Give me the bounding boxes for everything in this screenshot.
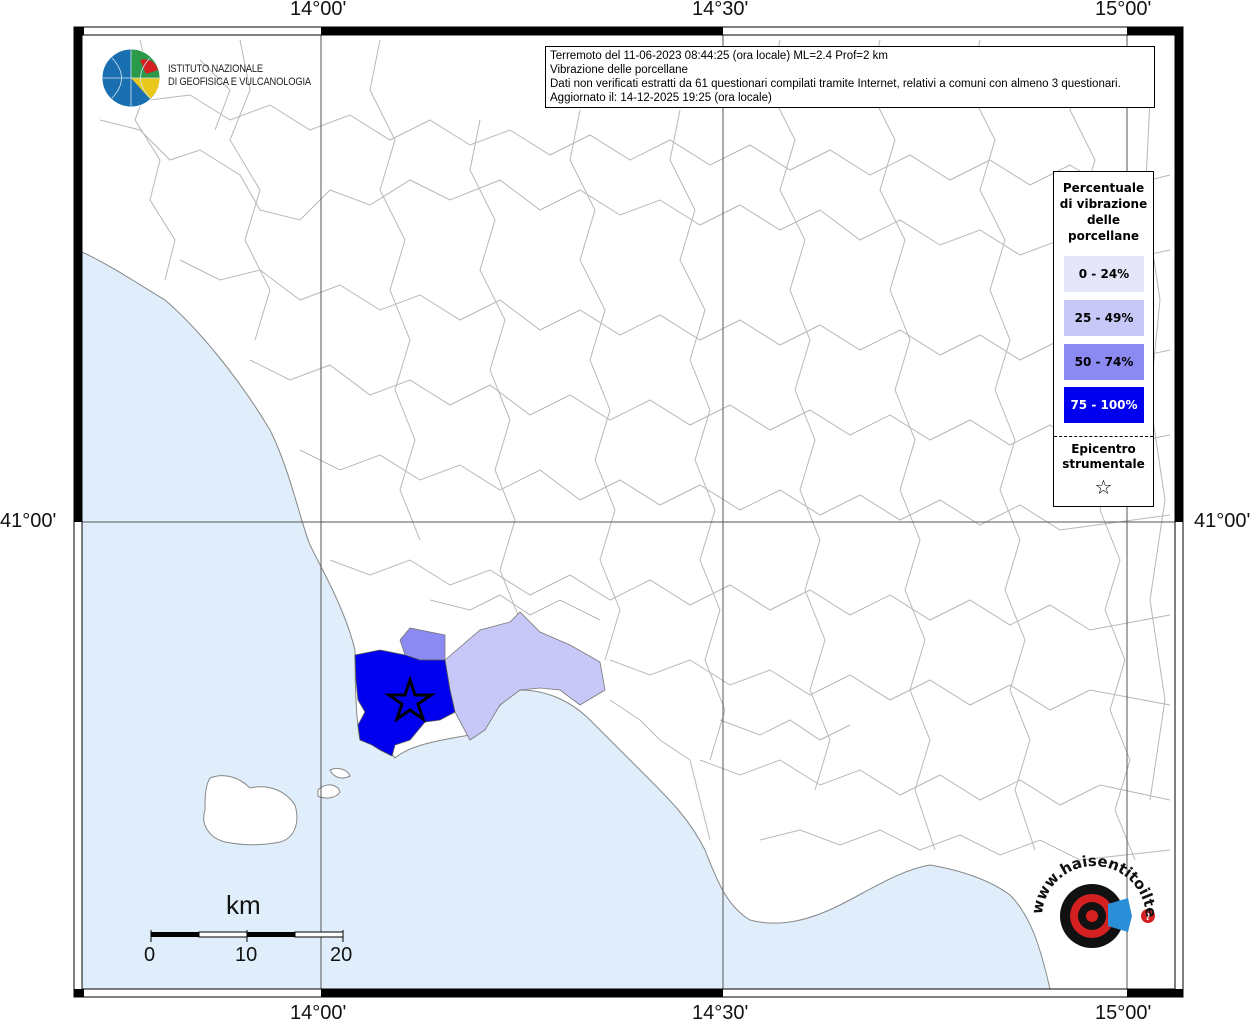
legend-title-line4: porcellane — [1067, 229, 1139, 243]
coord-bottom-14-00: 14°00' — [290, 1002, 347, 1024]
legend-title-line1: Percentuale — [1062, 181, 1145, 195]
ingv-globe-icon — [101, 48, 161, 108]
ingv-line2: DI GEOFISICA E VULCANOLOGIA — [168, 76, 311, 88]
scale-unit: km — [226, 890, 261, 920]
event-info-box: Terremoto del 11-06-2023 08:44:25 (ora l… — [545, 46, 1155, 108]
coord-right-lat: 41°00' — [1194, 510, 1251, 532]
legend-title: Percentuale di vibrazione delle porcella… — [1054, 180, 1153, 244]
legend-item-75-100: 75 - 100% — [1064, 387, 1144, 423]
epicenter-title-line1: Epicentro — [1071, 442, 1136, 456]
scale-tick-10: 10 — [235, 944, 258, 966]
coord-bottom-15-00: 15°00' — [1095, 1002, 1152, 1024]
coord-top-14-00: 14°00' — [290, 0, 347, 20]
legend-box: Percentuale di vibrazione delle porcella… — [1053, 171, 1154, 507]
ingv-logo-text: ISTITUTO NAZIONALE DI GEOFISICA E VULCAN… — [168, 63, 311, 89]
event-line: Terremoto del 11-06-2023 08:44:25 (ora l… — [550, 50, 888, 62]
coord-top-15-00: 15°00' — [1095, 0, 1152, 20]
coord-bottom-14-30: 14°30' — [692, 1002, 749, 1024]
updated-line: Aggiornato il: 14-12-2025 19:25 (ora loc… — [550, 92, 772, 104]
parameter-line: Vibrazione delle porcellane — [550, 64, 688, 76]
svg-text:www.haisentitoilterremoto.it: www.haisentitoilterremoto.it — [1022, 846, 1160, 918]
epicenter-star-icon: ☆ — [1094, 475, 1113, 499]
coord-top-14-30: 14°30' — [692, 0, 749, 20]
scale-tick-0: 0 — [144, 944, 156, 966]
scale-tick-20: 20 — [330, 944, 353, 966]
legend-item-50-74: 50 - 74% — [1064, 344, 1144, 380]
legend-item-0-24: 0 - 24% — [1064, 256, 1144, 292]
legend-divider — [1054, 436, 1153, 437]
legend-title-line2: di vibrazione — [1059, 197, 1148, 211]
legend-epicenter-title: Epicentro strumentale — [1054, 442, 1153, 472]
legend-title-line3: delle — [1086, 213, 1121, 227]
legend-item-25-49: 25 - 49% — [1064, 300, 1144, 336]
coord-left-lat: 41°00' — [0, 510, 57, 532]
haisentito-watermark: www.haisentitoilterremoto.it — [1022, 846, 1160, 918]
ingv-line1: ISTITUTO NAZIONALE — [168, 63, 263, 75]
watermark-text: www.haisentitoilterremoto.it — [1022, 846, 1160, 918]
data-note-line: Dati non verificati estratti da 61 quest… — [550, 78, 1121, 90]
epicenter-title-line2: strumentale — [1062, 457, 1145, 471]
